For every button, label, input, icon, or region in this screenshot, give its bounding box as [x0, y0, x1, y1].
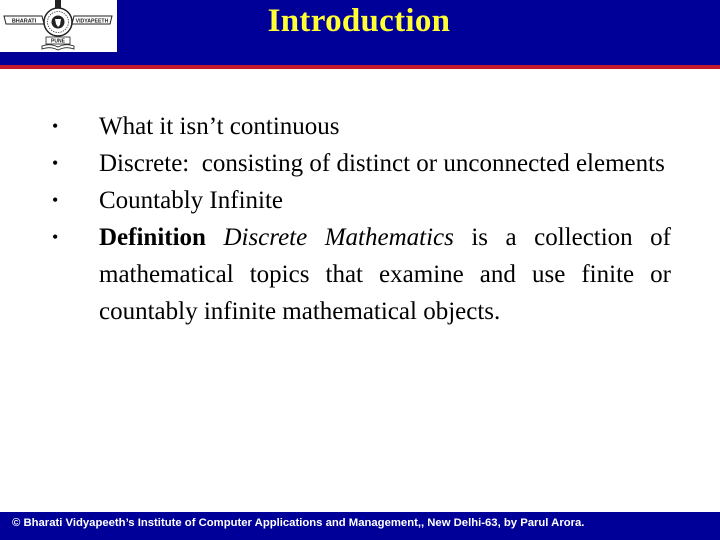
copyright-text: © Bharati Vidyapeeth’s Institute of Comp… [12, 517, 585, 529]
definition-label: Definition [99, 224, 206, 251]
bullet-item: • What it isn’t continuous [0, 108, 671, 145]
bullet-item: • Countably Infinite [0, 182, 671, 219]
footer-band: © Bharati Vidyapeeth’s Institute of Comp… [0, 512, 720, 540]
bullet-text: Discrete: consisting of distinct or unco… [99, 150, 665, 177]
bullet-text: Countably Infinite [99, 187, 283, 214]
bullet-marker: • [52, 227, 59, 247]
slide-title: Introduction [267, 3, 451, 39]
defined-term: Discrete Mathematics [223, 224, 454, 251]
bullet-item-definition: • Definition Discrete Mathematics is a c… [0, 219, 671, 330]
bullet-marker: • [52, 116, 59, 136]
header-divider [0, 65, 720, 69]
bullet-marker: • [52, 153, 59, 173]
bullet-text: What it isn’t continuous [99, 113, 340, 140]
slide-title-wrap: Introduction [0, 3, 720, 40]
bullet-marker: • [52, 190, 59, 210]
bullet-list: • What it isn’t continuous • Discrete: c… [0, 108, 720, 330]
bullet-item: • Discrete: consisting of distinct or un… [0, 145, 671, 182]
